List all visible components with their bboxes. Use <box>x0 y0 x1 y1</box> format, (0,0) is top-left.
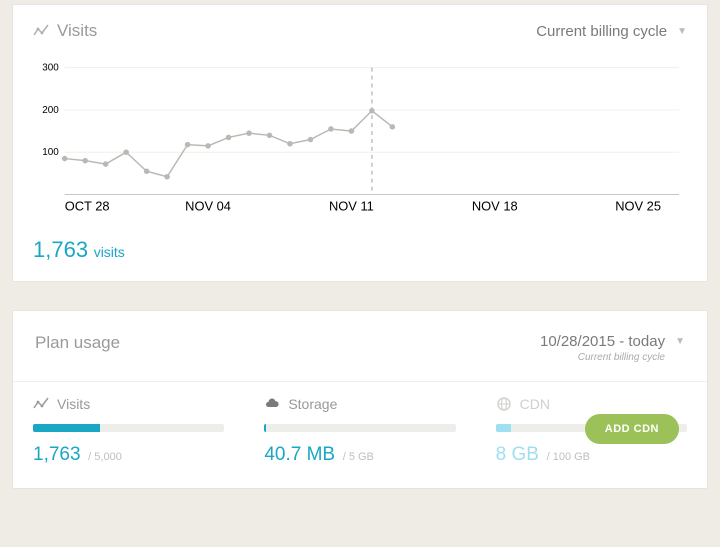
metric-visits: Visits 1,763 / 5,000 <box>13 382 244 484</box>
svg-text:NOV 18: NOV 18 <box>472 198 518 213</box>
svg-text:200: 200 <box>42 105 59 116</box>
plan-period-sublabel: Current billing cycle <box>578 352 665 363</box>
chevron-down-icon: ▼ <box>675 336 685 347</box>
metric-storage-bar <box>264 424 455 432</box>
metric-visits-bar <box>33 424 224 432</box>
add-cdn-button[interactable]: ADD CDN <box>585 414 679 444</box>
globe-icon <box>496 396 512 412</box>
visits-summary: 1,763 visits <box>13 223 707 281</box>
svg-text:NOV 04: NOV 04 <box>185 198 231 213</box>
svg-text:300: 300 <box>42 63 59 74</box>
metric-visits-label: Visits <box>57 396 90 412</box>
visits-icon <box>33 396 49 412</box>
visits-chart: 100 200 300 OCT 28 NOV 04 NOV 11 NOV 18 NOV 25 <box>13 49 707 223</box>
metric-cdn-label: CDN <box>520 396 550 412</box>
plan-usage-card: Plan usage 10/28/2015 - today ▼ Current … <box>12 310 708 489</box>
metric-cdn-bar-fill <box>496 424 511 432</box>
metric-storage-limit: / 5 GB <box>343 451 374 463</box>
metric-cdn-value: 8 GB <box>496 444 539 465</box>
period-dropdown[interactable]: Current billing cycle ▼ <box>536 23 687 40</box>
svg-text:NOV 11: NOV 11 <box>329 198 374 213</box>
period-dropdown-label: Current billing cycle <box>536 23 667 40</box>
svg-text:OCT 28: OCT 28 <box>65 198 110 213</box>
visits-card-header: Visits Current billing cycle ▼ <box>13 5 707 49</box>
metric-visits-value: 1,763 <box>33 444 81 465</box>
visits-summary-unit: visits <box>94 244 125 260</box>
visits-title-text: Visits <box>57 21 97 41</box>
metric-visits-head: Visits <box>33 396 224 412</box>
metric-storage-value: 40.7 MB <box>264 444 335 465</box>
svg-text:NOV 25: NOV 25 <box>615 198 661 213</box>
metric-cdn-limit: / 100 GB <box>547 451 590 463</box>
plan-header: Plan usage 10/28/2015 - today ▼ Current … <box>13 311 707 381</box>
metric-cdn-head: CDN <box>496 396 687 412</box>
metric-storage: Storage 40.7 MB / 5 GB <box>244 382 475 484</box>
plan-title: Plan usage <box>35 333 120 353</box>
plan-period-dropdown[interactable]: 10/28/2015 - today ▼ Current billing cyc… <box>540 333 685 363</box>
metric-visits-bar-fill <box>33 424 100 432</box>
metric-storage-head: Storage <box>264 396 455 412</box>
metric-storage-bar-fill <box>264 424 266 432</box>
cloud-icon <box>264 396 280 412</box>
visits-summary-value: 1,763 <box>33 237 88 262</box>
visits-card-title: Visits <box>33 21 97 41</box>
svg-text:100: 100 <box>42 147 59 158</box>
visits-chart-svg: 100 200 300 OCT 28 NOV 04 NOV 11 NOV 18 NOV 25 <box>33 59 687 219</box>
visits-icon <box>33 23 49 39</box>
metrics-row: Visits 1,763 / 5,000 Storage 40.7 M <box>13 381 707 484</box>
visits-card: Visits Current billing cycle ▼ 100 200 300… <box>12 4 708 282</box>
metric-storage-label: Storage <box>288 396 337 412</box>
plan-period-label: 10/28/2015 - today <box>540 333 665 350</box>
chevron-down-icon: ▼ <box>677 26 687 37</box>
metric-visits-limit: / 5,000 <box>88 451 122 463</box>
